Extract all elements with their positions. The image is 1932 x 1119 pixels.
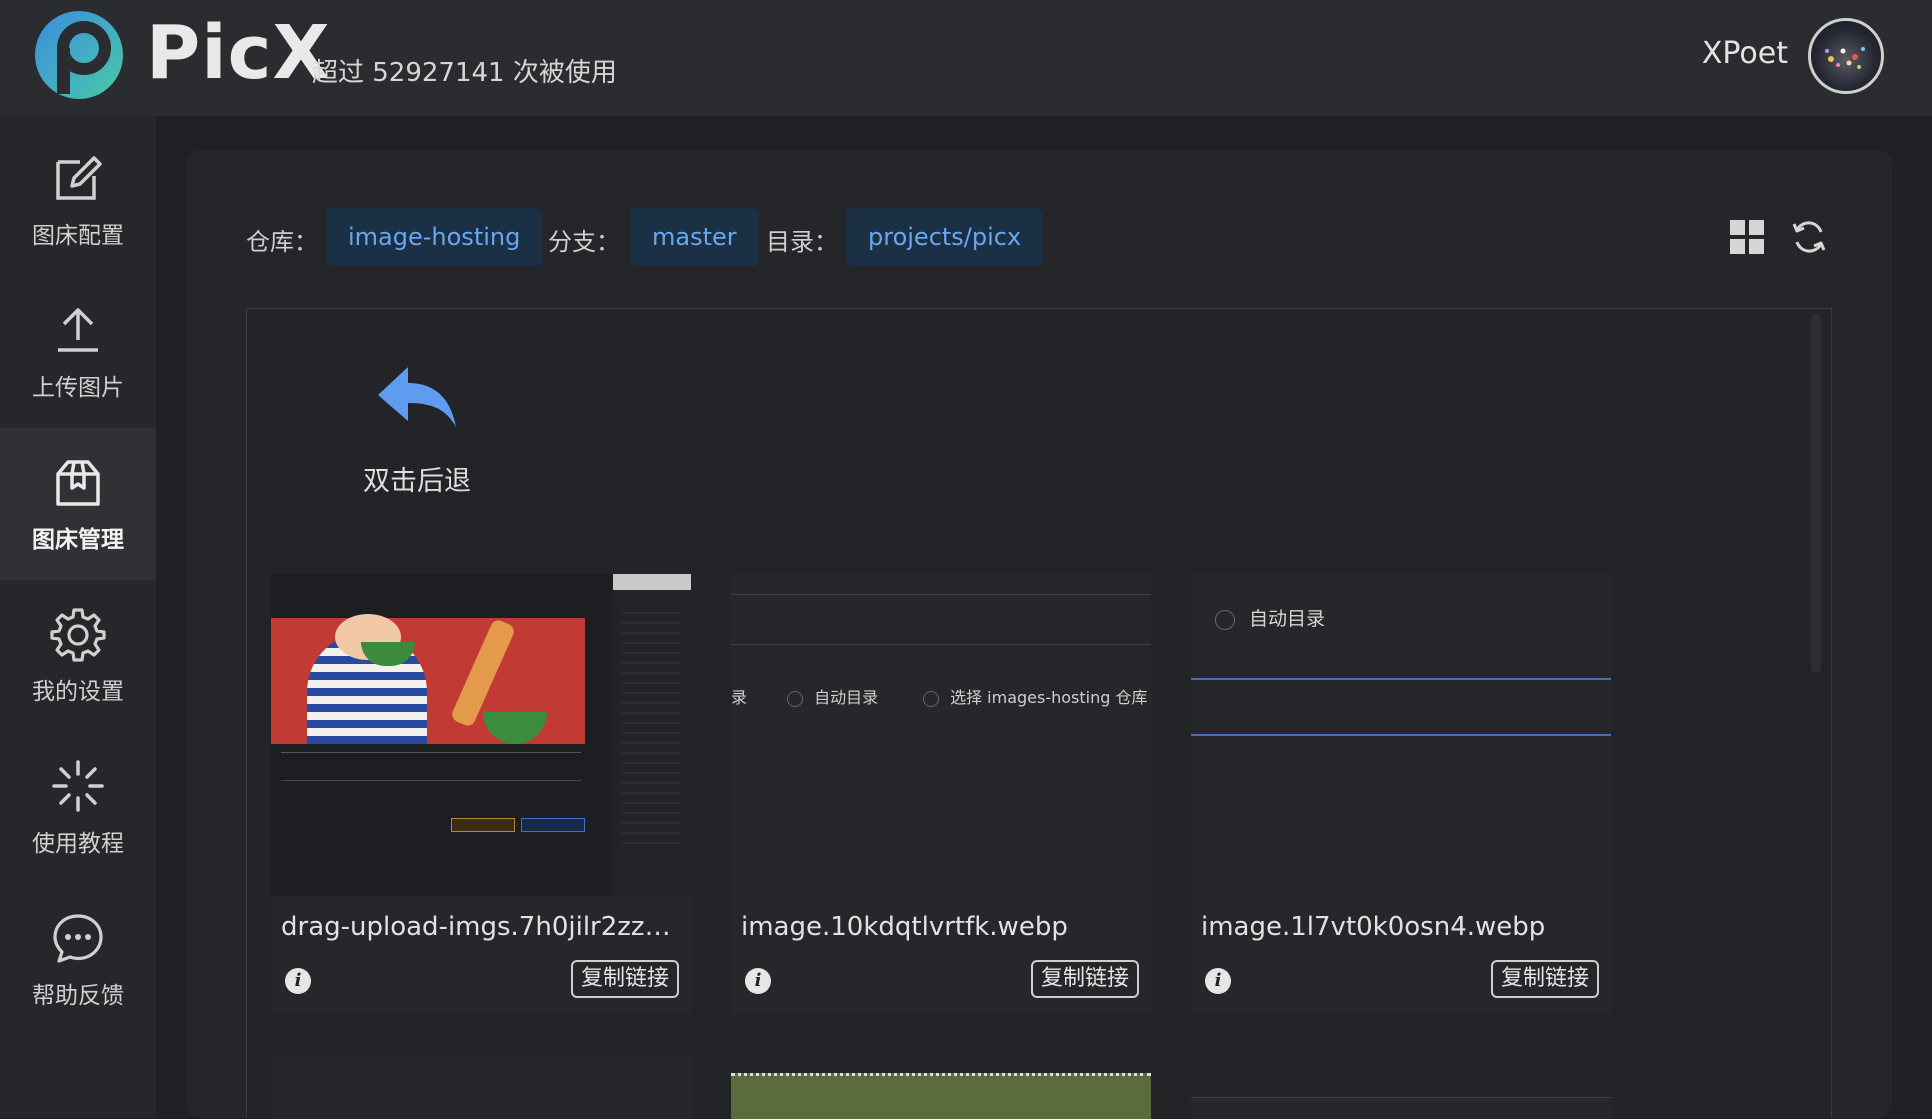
image-thumbnail[interactable] [271,574,691,896]
chat-icon [53,914,103,963]
back-label: 双击后退 [363,466,471,497]
copy-link-button[interactable]: 复制链接 [1490,960,1599,998]
usage-count: 超过 52927141 次被使用 [312,58,617,88]
thumb-text: 自动目录 [1249,608,1326,630]
sidebar-item-label: 帮助反馈 [32,983,124,1009]
gear-icon [50,608,106,662]
username[interactable]: XPoet [1702,36,1788,71]
file-browser: 双击后退 drag-upload-imgs.7h0jilr2zzc... i 复… [246,308,1832,1119]
image-card[interactable]: 自动目录 image.1l7vt0k0osn4.webp i 复制链接 [1191,574,1611,1014]
copy-link-button[interactable]: 复制链接 [570,960,679,998]
main-panel: 仓库： image-hosting 分支： master 目录： project… [186,150,1892,1119]
info-icon[interactable]: i [1205,968,1231,994]
image-card[interactable] [271,1057,691,1119]
sidebar-item-tutorial[interactable]: 使用教程 [0,732,156,884]
repo-label: 仓库： [246,228,318,256]
sidebar: 图床配置 上传图片 图床管理 我的设置 使用教程 帮助反馈 [0,116,156,1118]
sidebar-item-label: 我的设置 [32,679,124,705]
refresh-icon[interactable] [1790,218,1828,256]
edit-icon [56,156,102,200]
sidebar-item-manage[interactable]: 图床管理 [0,428,156,580]
image-card[interactable] [731,1073,1151,1119]
image-card[interactable]: 录 自动目录 选择 images-hosting 仓库 image.10kdqt… [731,574,1151,1014]
branch-label: 分支： [548,228,620,256]
image-card[interactable] [1191,1097,1611,1119]
sidebar-item-feedback[interactable]: 帮助反馈 [0,884,156,1036]
copy-link-button[interactable]: 复制链接 [1030,960,1139,998]
radio-icon [787,690,803,707]
thumb-radio-row: 自动目录 [1215,604,1325,631]
sidebar-item-label: 使用教程 [32,831,124,857]
thumb-text: 自动目录 [814,688,879,707]
back-arrow-icon [378,367,456,427]
sidebar-item-settings[interactable]: 我的设置 [0,580,156,732]
thumb-radio-row: 自动目录 [787,684,878,708]
upload-icon [58,308,98,352]
sidebar-item-upload[interactable]: 上传图片 [0,276,156,428]
picx-logo-icon [35,11,123,99]
info-icon[interactable]: i [745,968,771,994]
image-thumbnail[interactable]: 自动目录 [1191,574,1611,896]
thumb-text: 选择 images-hosting 仓库 [950,688,1148,707]
radio-icon [1215,609,1235,630]
sidebar-item-label: 图床管理 [32,527,124,553]
image-card[interactable]: drag-upload-imgs.7h0jilr2zzc... i 复制链接 [271,574,691,1014]
avatar-image-icon [1825,47,1865,69]
avatar[interactable] [1808,18,1884,94]
sidebar-item-config[interactable]: 图床配置 [0,124,156,276]
file-name: drag-upload-imgs.7h0jilr2zzc... [281,912,681,942]
repo-chip[interactable]: image-hosting [326,208,543,266]
dir-chip[interactable]: projects/picx [846,208,1044,266]
file-name: image.1l7vt0k0osn4.webp [1201,912,1546,942]
grid-icon[interactable] [1728,218,1766,256]
radio-icon [923,690,939,707]
sparkle-icon [52,760,104,812]
scrollbar-thumb[interactable] [1811,313,1821,673]
app-header: PicX 超过 52927141 次被使用 XPoet [0,0,1932,116]
brand-title: PicX [146,10,331,96]
dir-label: 目录： [766,228,838,256]
sidebar-item-label: 图床配置 [32,223,124,249]
thumb-radio-row: 选择 images-hosting 仓库 [923,684,1148,708]
image-thumbnail[interactable]: 录 自动目录 选择 images-hosting 仓库 [731,574,1151,896]
thumb-text: 录 [731,688,748,707]
info-icon[interactable]: i [285,968,311,994]
back-button[interactable]: 双击后退 [317,357,517,517]
box-icon [56,460,100,506]
branch-chip[interactable]: master [630,208,759,266]
file-name: image.10kdqtlvrtfk.webp [741,912,1068,942]
sidebar-item-label: 上传图片 [32,375,124,401]
